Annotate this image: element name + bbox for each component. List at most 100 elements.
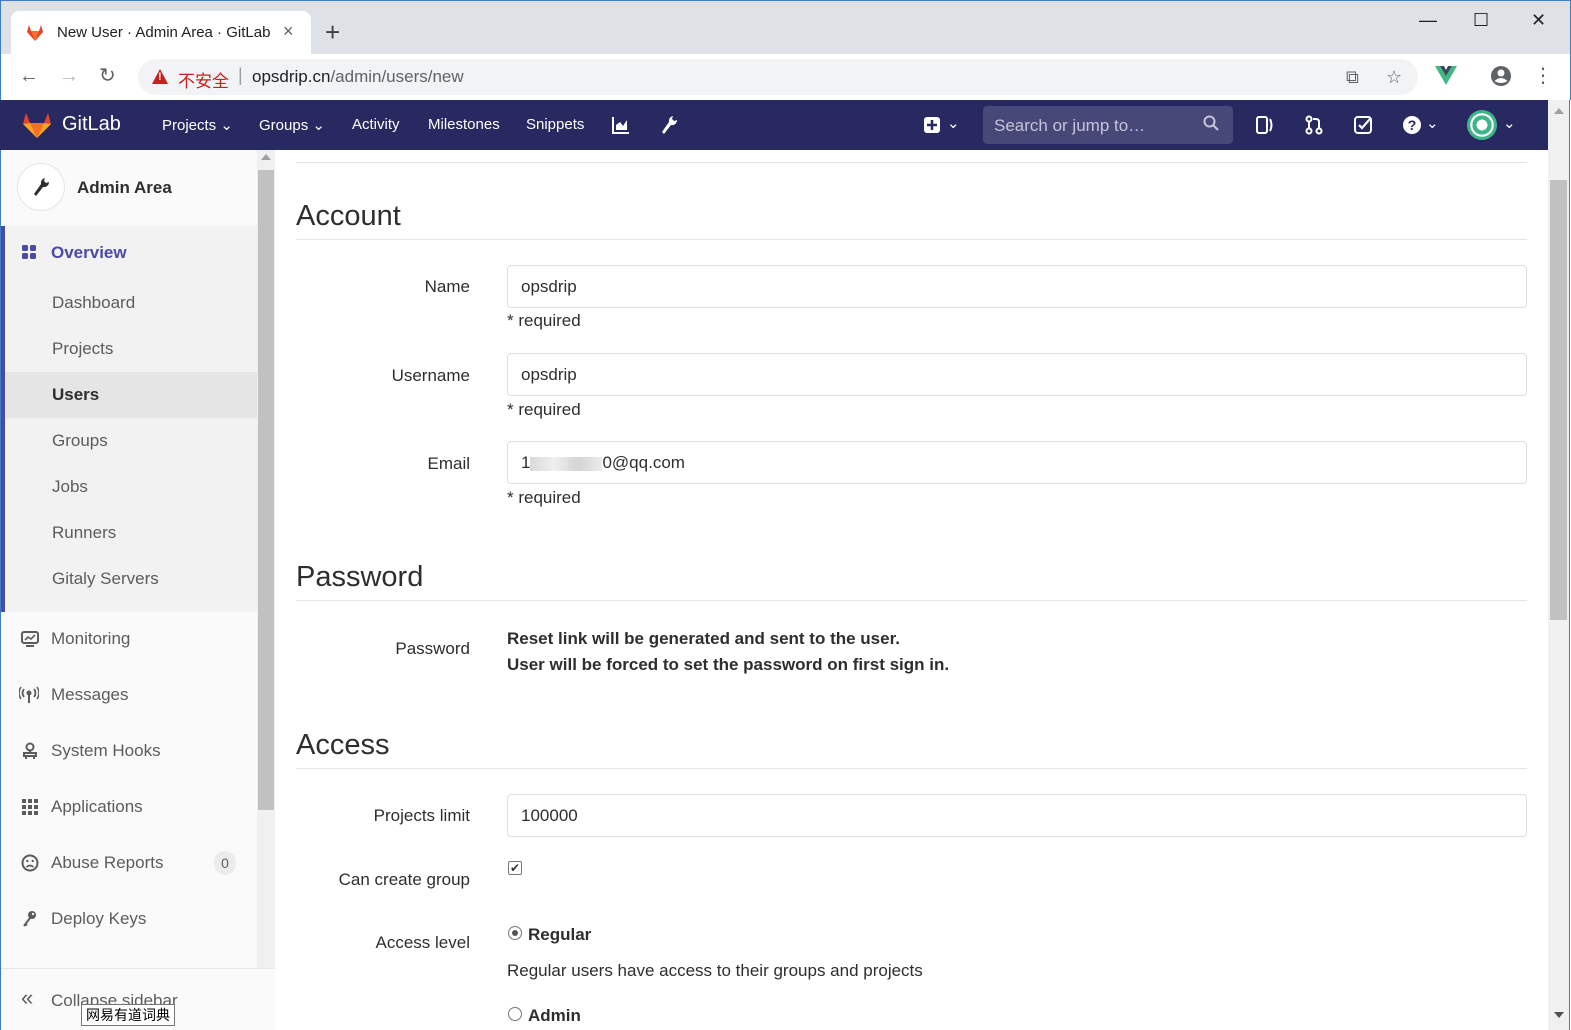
browser-tab-strip: New User · Admin Area · GitLab × + — ☐ ✕ (0, 0, 1571, 55)
access-admin-label[interactable]: Admin (528, 1006, 581, 1026)
merge-request-icon[interactable] (1304, 115, 1324, 135)
email-input[interactable]: 1 0@qq.com (507, 441, 1527, 484)
minimize-icon[interactable]: — (1419, 9, 1437, 31)
sidebar-item-users[interactable]: Users (5, 372, 257, 418)
browser-menu-icon[interactable]: ⋮ (1533, 64, 1553, 88)
new-tab-button[interactable]: + (325, 19, 340, 45)
section-title-access: Access (296, 729, 390, 761)
nav-projects[interactable]: Projects ⌄ (162, 116, 233, 134)
password-label: Password (395, 639, 470, 658)
gitlab-brand[interactable]: GitLab (62, 113, 121, 136)
nav-projects-label: Projects (162, 117, 217, 134)
back-icon[interactable]: ← (19, 64, 39, 88)
address-bar[interactable]: 不安全 | opsdrip.cn/admin/users/new ⧉ ☆ (138, 59, 1418, 95)
sidebar-scrollbar[interactable] (257, 150, 275, 970)
can-create-group-label: Can create group (338, 870, 470, 889)
sidebar-subitem-label: Dashboard (52, 293, 136, 312)
issues-board-icon[interactable] (1255, 115, 1275, 135)
search-icon (1203, 115, 1219, 131)
sidebar-item-deploy-keys[interactable]: Deploy Keys (1, 892, 257, 948)
scroll-up-arrow-icon[interactable] (261, 154, 271, 160)
sidebar-item-monitoring[interactable]: Monitoring (1, 612, 257, 668)
redacted-blur (530, 456, 603, 471)
sidebar-item-applications[interactable]: Applications (1, 780, 257, 836)
chevron-down-icon[interactable]: ⌄ (947, 112, 960, 136)
window-close-icon[interactable]: ✕ (1531, 9, 1546, 31)
sidebar-item-groups[interactable]: Groups (5, 418, 257, 464)
profile-icon[interactable] (1490, 65, 1512, 87)
sidebar-subitem-label: Runners (52, 523, 117, 542)
translate-icon[interactable]: ⧉ (1346, 67, 1359, 87)
todo-icon[interactable] (1353, 115, 1373, 135)
browser-toolbar: ← → ↻ 不安全 | opsdrip.cn/admin/users/new ⧉… (0, 54, 1571, 100)
sidebar-item-system-hooks[interactable]: System Hooks (1, 724, 257, 780)
gitlab-logo[interactable] (22, 111, 52, 139)
chevron-down-icon[interactable]: ⌄ (1503, 112, 1516, 136)
name-input[interactable]: opsdrip (507, 265, 1527, 308)
count-badge: 0 (214, 851, 236, 875)
wrench-icon[interactable] (660, 115, 678, 135)
nav-snippets[interactable]: Snippets (526, 116, 584, 133)
username-label: Username (391, 366, 470, 385)
broadcast-icon (19, 686, 39, 703)
warning-icon (152, 69, 168, 84)
page-scroll-thumb[interactable] (1550, 180, 1567, 620)
sidebar-item-label: Abuse Reports (51, 853, 164, 872)
scroll-down-arrow-icon[interactable] (1554, 1012, 1564, 1018)
divider (296, 768, 1527, 769)
nav-groups-label: Groups (259, 117, 309, 134)
admin-sidebar: Admin Area Overview Dashboard Projects U… (0, 150, 275, 1030)
projects-limit-input[interactable]: 100000 (507, 794, 1527, 837)
page-scrollbar[interactable] (1548, 100, 1570, 1030)
avatar[interactable] (1467, 110, 1497, 140)
monitor-icon (21, 631, 39, 647)
search-input[interactable]: Search or jump to… (983, 106, 1233, 144)
nav-activity[interactable]: Activity (352, 116, 400, 133)
username-input[interactable]: opsdrip (507, 353, 1527, 396)
email-prefix: 1 (521, 453, 531, 472)
tab-close-icon[interactable]: × (283, 21, 294, 41)
sidebar-subitem-label: Users (52, 385, 100, 404)
dictionary-tooltip: 网易有道词典 (81, 1004, 175, 1026)
key-icon (23, 911, 36, 927)
sidebar-item-label: Messages (51, 685, 129, 704)
section-title-password: Password (296, 561, 424, 593)
sidebar-item-abuse-reports[interactable]: Abuse Reports 0 (1, 836, 257, 892)
divider (296, 162, 1527, 163)
sidebar-scroll-thumb[interactable] (258, 170, 274, 810)
required-hint: * required (507, 400, 581, 419)
sidebar-header[interactable]: Admin Area (1, 150, 257, 226)
new-plus-icon[interactable] (923, 116, 941, 134)
sidebar-item-messages[interactable]: Messages (1, 668, 257, 724)
sidebar-item-overview[interactable]: Overview (5, 226, 257, 280)
bookmark-star-icon[interactable]: ☆ (1386, 67, 1402, 87)
scroll-up-arrow-icon[interactable] (1554, 108, 1564, 114)
chart-icon[interactable] (612, 116, 630, 134)
vue-devtools-icon[interactable] (1435, 66, 1457, 86)
browser-tab[interactable]: New User · Admin Area · GitLab × (11, 11, 311, 55)
nav-milestones[interactable]: Milestones (428, 116, 500, 133)
help-icon[interactable]: ? (1402, 115, 1422, 135)
sidebar-subitem-label: Groups (52, 431, 108, 450)
chevron-down-icon[interactable]: ⌄ (1426, 112, 1439, 136)
nav-groups[interactable]: Groups ⌄ (259, 116, 325, 134)
url-host: opsdrip.cn (252, 67, 331, 86)
sidebar-item-runners[interactable]: Runners (5, 510, 257, 556)
access-regular-radio[interactable] (508, 926, 522, 940)
email-suffix: 0@qq.com (602, 453, 685, 472)
reload-icon[interactable]: ↻ (99, 64, 116, 88)
tab-title: New User · Admin Area · GitLab (57, 24, 271, 41)
sidebar-item-gitaly-servers[interactable]: Gitaly Servers (5, 556, 257, 602)
sidebar-item-projects[interactable]: Projects (5, 326, 257, 372)
can-create-group-checkbox[interactable]: ✔ (508, 861, 522, 875)
maximize-icon[interactable]: ☐ (1473, 9, 1489, 31)
sidebar-item-jobs[interactable]: Jobs (5, 464, 257, 510)
forward-icon[interactable]: → (59, 64, 79, 88)
section-title-account: Account (296, 200, 401, 232)
access-regular-label[interactable]: Regular (528, 925, 591, 945)
apps-grid-icon (22, 799, 38, 815)
sidebar-item-label: Applications (51, 797, 143, 816)
url-text[interactable]: opsdrip.cn/admin/users/new (252, 67, 464, 87)
access-admin-radio[interactable] (508, 1007, 522, 1021)
sidebar-item-dashboard[interactable]: Dashboard (5, 280, 257, 326)
